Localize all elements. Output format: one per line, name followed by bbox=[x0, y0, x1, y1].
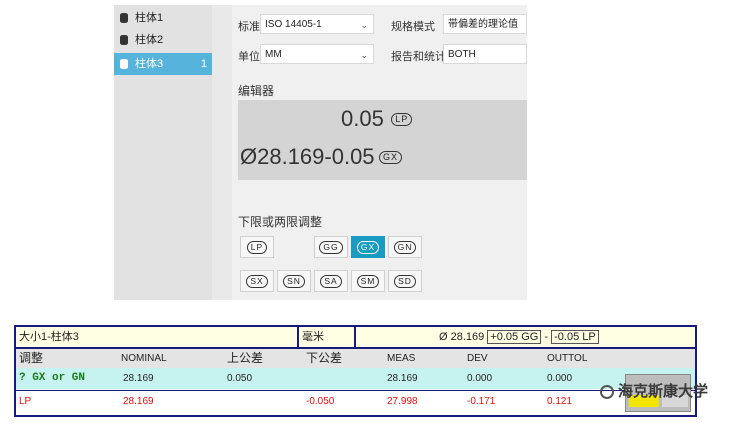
cell-meas: 28.169 bbox=[387, 373, 418, 384]
wechat-icon bbox=[600, 385, 614, 399]
sm-icon: SM bbox=[356, 275, 380, 288]
gn-icon: GN bbox=[393, 241, 417, 254]
lp-icon: LP bbox=[246, 241, 268, 254]
col-dev: DEV bbox=[467, 353, 488, 364]
standard-label: 标准 bbox=[238, 21, 260, 33]
col-meas: MEAS bbox=[387, 353, 416, 364]
sd-button[interactable]: SD bbox=[388, 270, 422, 292]
sidebar-item-cylinder3[interactable]: 柱体3 1 bbox=[114, 53, 212, 75]
sa-button[interactable]: SA bbox=[314, 270, 348, 292]
cell-adjust: LP bbox=[19, 396, 32, 407]
lp-modifier-icon: LP bbox=[391, 113, 413, 126]
unit-value: MM bbox=[265, 49, 282, 60]
unit-label: 单位 bbox=[238, 51, 260, 63]
sidebar-item-label: 柱体1 bbox=[135, 12, 164, 24]
editor-label: 编辑器 bbox=[238, 84, 275, 98]
spec-lower: -0.05 LP bbox=[551, 330, 599, 344]
cell-outtol: 0.000 bbox=[547, 373, 573, 384]
spec-mode-value: 带偏差的理论值 bbox=[448, 19, 518, 30]
gx-button[interactable]: GX bbox=[351, 236, 385, 258]
spec-upper: +0.05 GG bbox=[487, 330, 542, 344]
sidebar-item-label: 柱体3 bbox=[135, 58, 164, 70]
table-row: ? GX or GN 28.169 0.050 28.169 0.000 0.0… bbox=[16, 368, 695, 389]
cell-dev: 0.000 bbox=[467, 373, 493, 384]
standard-select[interactable]: ISO 14405-1 ⌄ bbox=[260, 14, 374, 34]
sa-icon: SA bbox=[320, 275, 342, 288]
editor-main-value: Ø28.169-0.05 bbox=[240, 144, 375, 169]
sidebar-item-label: 柱体2 bbox=[135, 34, 164, 46]
cylinder-icon bbox=[120, 13, 128, 23]
cylinder-icon bbox=[120, 35, 128, 45]
watermark: 海克斯康大学 bbox=[600, 380, 708, 401]
sm-button[interactable]: SM bbox=[351, 270, 385, 292]
spec-mode-label: 规格模式 bbox=[391, 21, 435, 33]
col-outtol: OUTTOL bbox=[547, 353, 588, 364]
inspection-report: 大小1-柱体3 毫米 Ø 28.169 +0.05 GG - -0.05 LP … bbox=[14, 325, 697, 417]
spec-mode-select[interactable]: 带偏差的理论值 bbox=[443, 14, 527, 34]
sidebar-item-count: 1 bbox=[200, 58, 207, 70]
sn-button[interactable]: SN bbox=[277, 270, 311, 292]
cell-upper: 0.050 bbox=[227, 373, 253, 384]
editor-main-line: Ø28.169-0.05 GX bbox=[240, 144, 403, 170]
cell-outtol: 0.121 bbox=[547, 396, 573, 407]
report-label: 报告和统计 bbox=[391, 51, 446, 63]
col-nominal: NOMINAL bbox=[121, 353, 167, 364]
gx-icon: GX bbox=[356, 241, 380, 254]
sidebar-item-cylinder1[interactable]: 柱体1 bbox=[114, 7, 212, 29]
cell-nominal: 28.169 bbox=[123, 373, 154, 384]
gg-icon: GG bbox=[319, 241, 343, 254]
col-upper-tol: 上公差 bbox=[227, 351, 264, 365]
spec-separator: - bbox=[544, 331, 549, 343]
sd-icon: SD bbox=[394, 275, 416, 288]
sx-button[interactable]: SX bbox=[240, 270, 274, 292]
report-spec: Ø 28.169 +0.05 GG - -0.05 LP bbox=[356, 327, 695, 347]
report-select[interactable]: BOTH bbox=[443, 44, 527, 64]
spec-diameter: Ø 28.169 bbox=[439, 331, 485, 343]
tolerance-editor[interactable]: 0.05 LP Ø28.169-0.05 GX bbox=[238, 100, 527, 180]
cell-meas: 27.998 bbox=[387, 396, 418, 407]
cell-dev: -0.171 bbox=[467, 396, 496, 407]
watermark-text: 海克斯康大学 bbox=[618, 383, 709, 400]
gn-button[interactable]: GN bbox=[388, 236, 422, 258]
spec-text: Ø 28.169 +0.05 GG - -0.05 LP bbox=[439, 327, 599, 347]
cell-adjust: ? GX or GN bbox=[19, 372, 86, 384]
report-value: BOTH bbox=[448, 49, 476, 60]
sn-icon: SN bbox=[283, 275, 305, 288]
report-unit: 毫米 bbox=[299, 327, 356, 347]
cell-lower: -0.050 bbox=[306, 396, 335, 407]
report-header-row: 调整 NOMINAL 上公差 下公差 MEAS DEV OUTTOL bbox=[16, 347, 695, 368]
cylinder-icon bbox=[120, 59, 128, 69]
col-adjust: 调整 bbox=[19, 351, 44, 365]
lp-button[interactable]: LP bbox=[240, 236, 274, 258]
editor-top-line: 0.05 LP bbox=[341, 106, 413, 132]
adjust-label: 下限或两限调整 bbox=[238, 215, 323, 229]
report-title: 大小1-柱体3 bbox=[16, 327, 299, 347]
feature-sidebar: 柱体1 柱体2 柱体3 1 bbox=[114, 5, 212, 300]
col-lower-tol: 下公差 bbox=[306, 351, 343, 365]
chevron-down-icon: ⌄ bbox=[360, 20, 368, 30]
standard-value: ISO 14405-1 bbox=[265, 19, 322, 30]
gx-modifier-icon: GX bbox=[379, 151, 403, 164]
unit-select[interactable]: MM ⌄ bbox=[260, 44, 374, 64]
gg-button[interactable]: GG bbox=[314, 236, 348, 258]
cell-nominal: 28.169 bbox=[123, 396, 154, 407]
sx-icon: SX bbox=[246, 275, 268, 288]
table-row: LP 28.169 -0.050 27.998 -0.171 0.121 bbox=[16, 390, 695, 413]
editor-top-value: 0.05 bbox=[341, 106, 384, 131]
sidebar-item-cylinder2[interactable]: 柱体2 bbox=[114, 29, 212, 51]
chevron-down-icon: ⌄ bbox=[360, 50, 368, 60]
